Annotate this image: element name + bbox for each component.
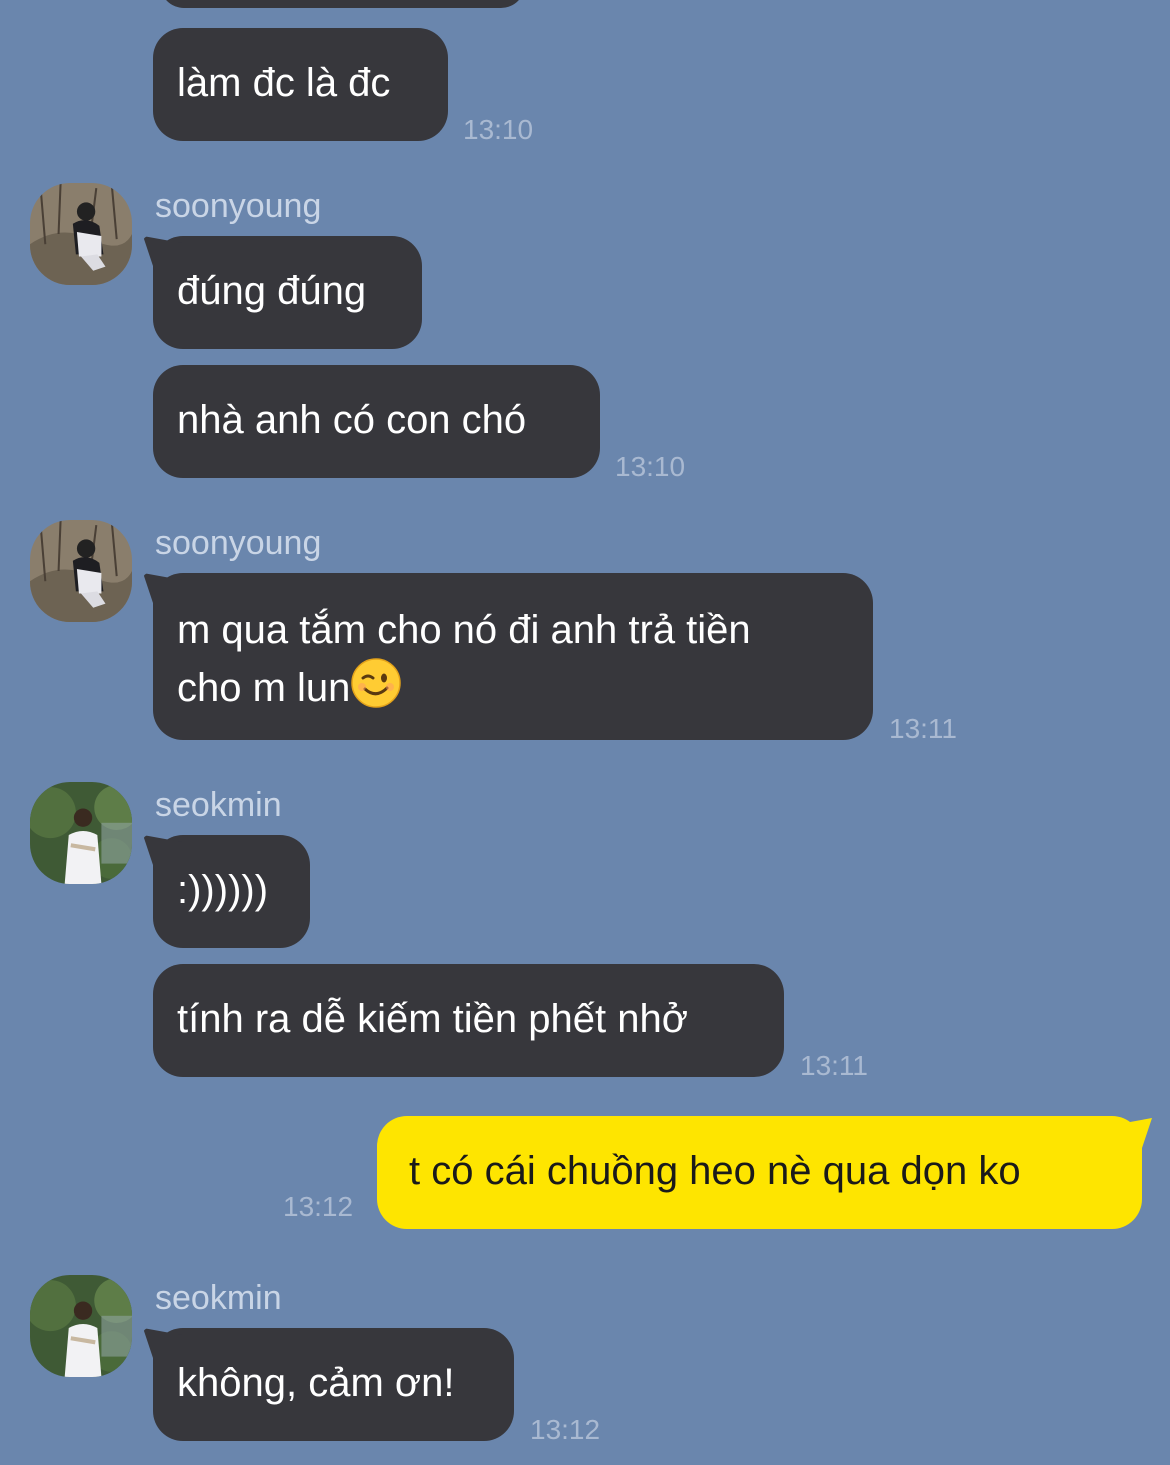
avatar-soonyoung[interactable] <box>30 520 132 622</box>
sender-name: soonyoung <box>155 187 322 225</box>
message-text-line: m qua tắm cho nó đi anh trả tiền <box>177 608 751 652</box>
message-time: 13:12 <box>530 1414 601 1445</box>
message-text: làm đc là đc <box>177 61 391 105</box>
sender-name: seokmin <box>155 786 282 824</box>
message-time: 13:11 <box>889 713 957 744</box>
winking-face-icon <box>350 657 402 709</box>
message-bubble[interactable]: làm đc là đc <box>153 28 448 141</box>
message-time: 13:11 <box>800 1050 868 1081</box>
message-bubble[interactable]: không, cảm ơn! <box>153 1328 514 1441</box>
avatar-seokmin[interactable] <box>30 1275 132 1377</box>
message-text: nhà anh có con chó <box>177 398 527 442</box>
avatar-soonyoung[interactable] <box>30 183 132 285</box>
message-text: tính ra dễ kiếm tiền phết nhở <box>177 997 688 1041</box>
message-text: không, cảm ơn! <box>177 1361 455 1405</box>
message-bubble[interactable]: nhà anh có con chó <box>153 365 600 478</box>
message-time: 13:10 <box>615 451 686 482</box>
message-bubble[interactable]: đúng đúng <box>153 236 422 349</box>
message-bubble[interactable]: m qua tắm cho nó đi anh trả tiền cho m l… <box>153 573 873 740</box>
message-text: :)))))) <box>177 868 269 912</box>
message-bubble[interactable]: :)))))) <box>153 835 310 948</box>
message-bubble-partial <box>160 0 525 8</box>
message-text-line-2: cho m lun <box>177 657 849 715</box>
message-time: 13:12 <box>283 1191 354 1222</box>
sender-name: seokmin <box>155 1279 282 1317</box>
message-text: đúng đúng <box>177 269 367 313</box>
message-time: 13:10 <box>463 114 534 145</box>
sender-name: soonyoung <box>155 524 322 562</box>
message-bubble[interactable]: tính ra dễ kiếm tiền phết nhở <box>153 964 784 1077</box>
my-message-bubble[interactable]: t có cái chuồng heo nè qua dọn ko <box>377 1116 1142 1229</box>
avatar-seokmin[interactable] <box>30 782 132 884</box>
message-text: t có cái chuồng heo nè qua dọn ko <box>409 1149 1021 1193</box>
